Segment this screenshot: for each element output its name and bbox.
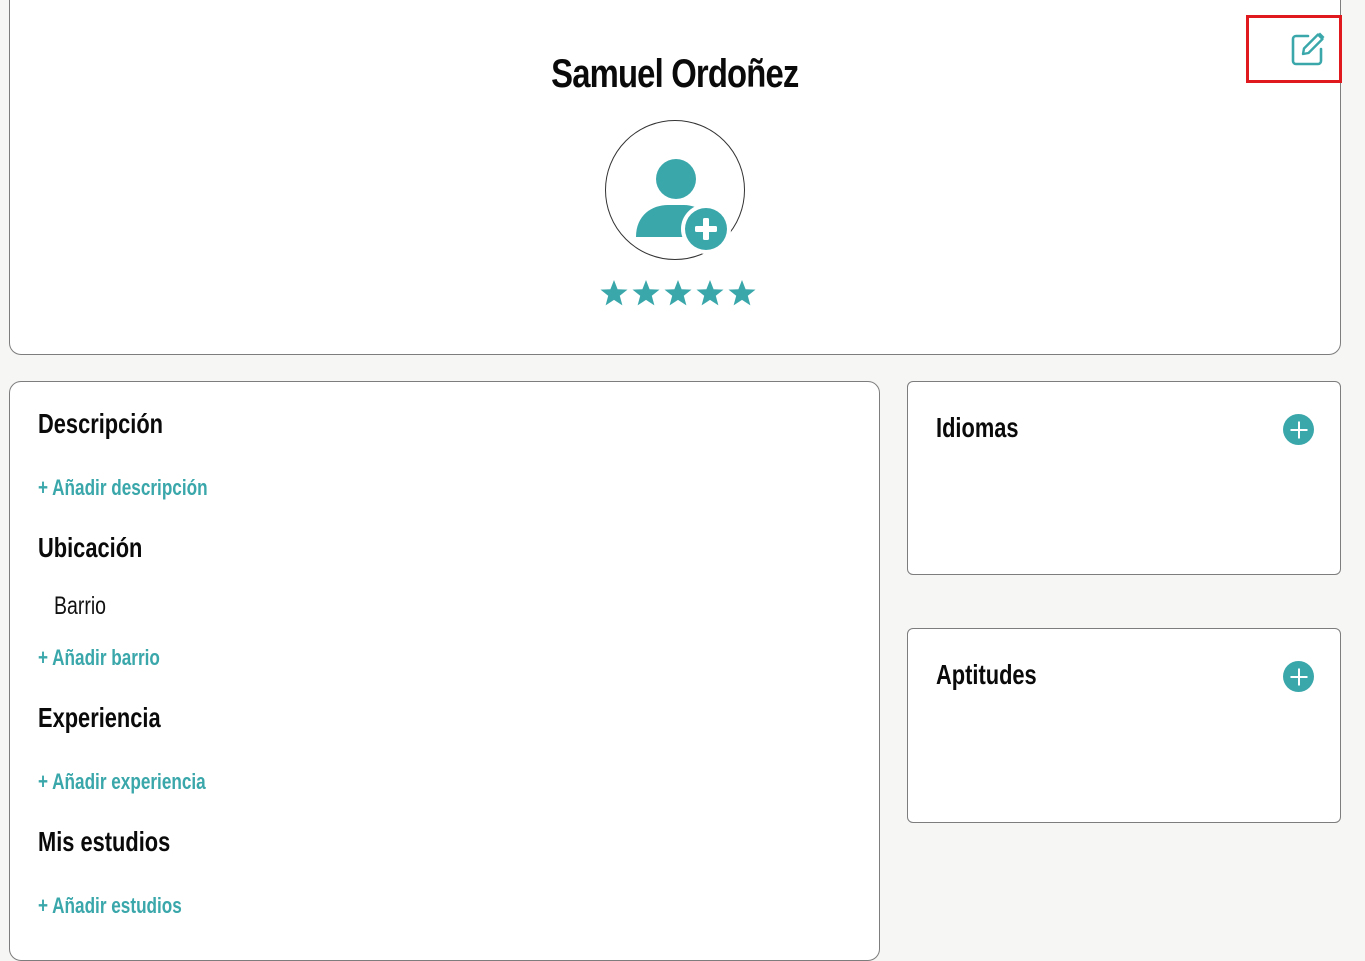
experience-title: Experiencia	[38, 702, 161, 733]
neighborhood-label: Barrio	[54, 592, 107, 620]
add-skill-button[interactable]	[1283, 661, 1314, 692]
add-studies-link[interactable]: + Añadir estudios	[38, 893, 222, 919]
add-description-link[interactable]: + Añadir descripción	[38, 475, 255, 501]
add-language-button[interactable]	[1283, 414, 1314, 445]
add-experience-link[interactable]: + Añadir experiencia	[38, 769, 253, 795]
star-icon	[696, 280, 724, 306]
star-icon	[728, 280, 756, 306]
star-icon	[600, 280, 628, 306]
add-neighborhood-link[interactable]: + Añadir barrio	[38, 645, 194, 671]
profile-name: Samuel Ordoñez	[551, 52, 799, 96]
rating-stars	[598, 278, 758, 308]
languages-card: Idiomas	[907, 381, 1341, 575]
star-icon	[632, 280, 660, 306]
profile-header-card: Samuel Ordoñez	[9, 0, 1342, 355]
skills-card: Aptitudes	[907, 628, 1341, 823]
profile-details-card: Descripción + Añadir descripción Ubicaci…	[9, 381, 880, 961]
avatar-upload[interactable]	[605, 120, 745, 260]
location-title: Ubicación	[38, 532, 143, 563]
star-icon	[664, 280, 692, 306]
description-title: Descripción	[38, 408, 164, 439]
languages-title: Idiomas	[936, 412, 1019, 443]
edit-profile-button[interactable]	[1246, 15, 1342, 83]
add-user-icon	[636, 159, 731, 254]
studies-title: Mis estudios	[38, 826, 171, 857]
edit-icon	[1291, 32, 1325, 66]
skills-title: Aptitudes	[936, 659, 1037, 690]
